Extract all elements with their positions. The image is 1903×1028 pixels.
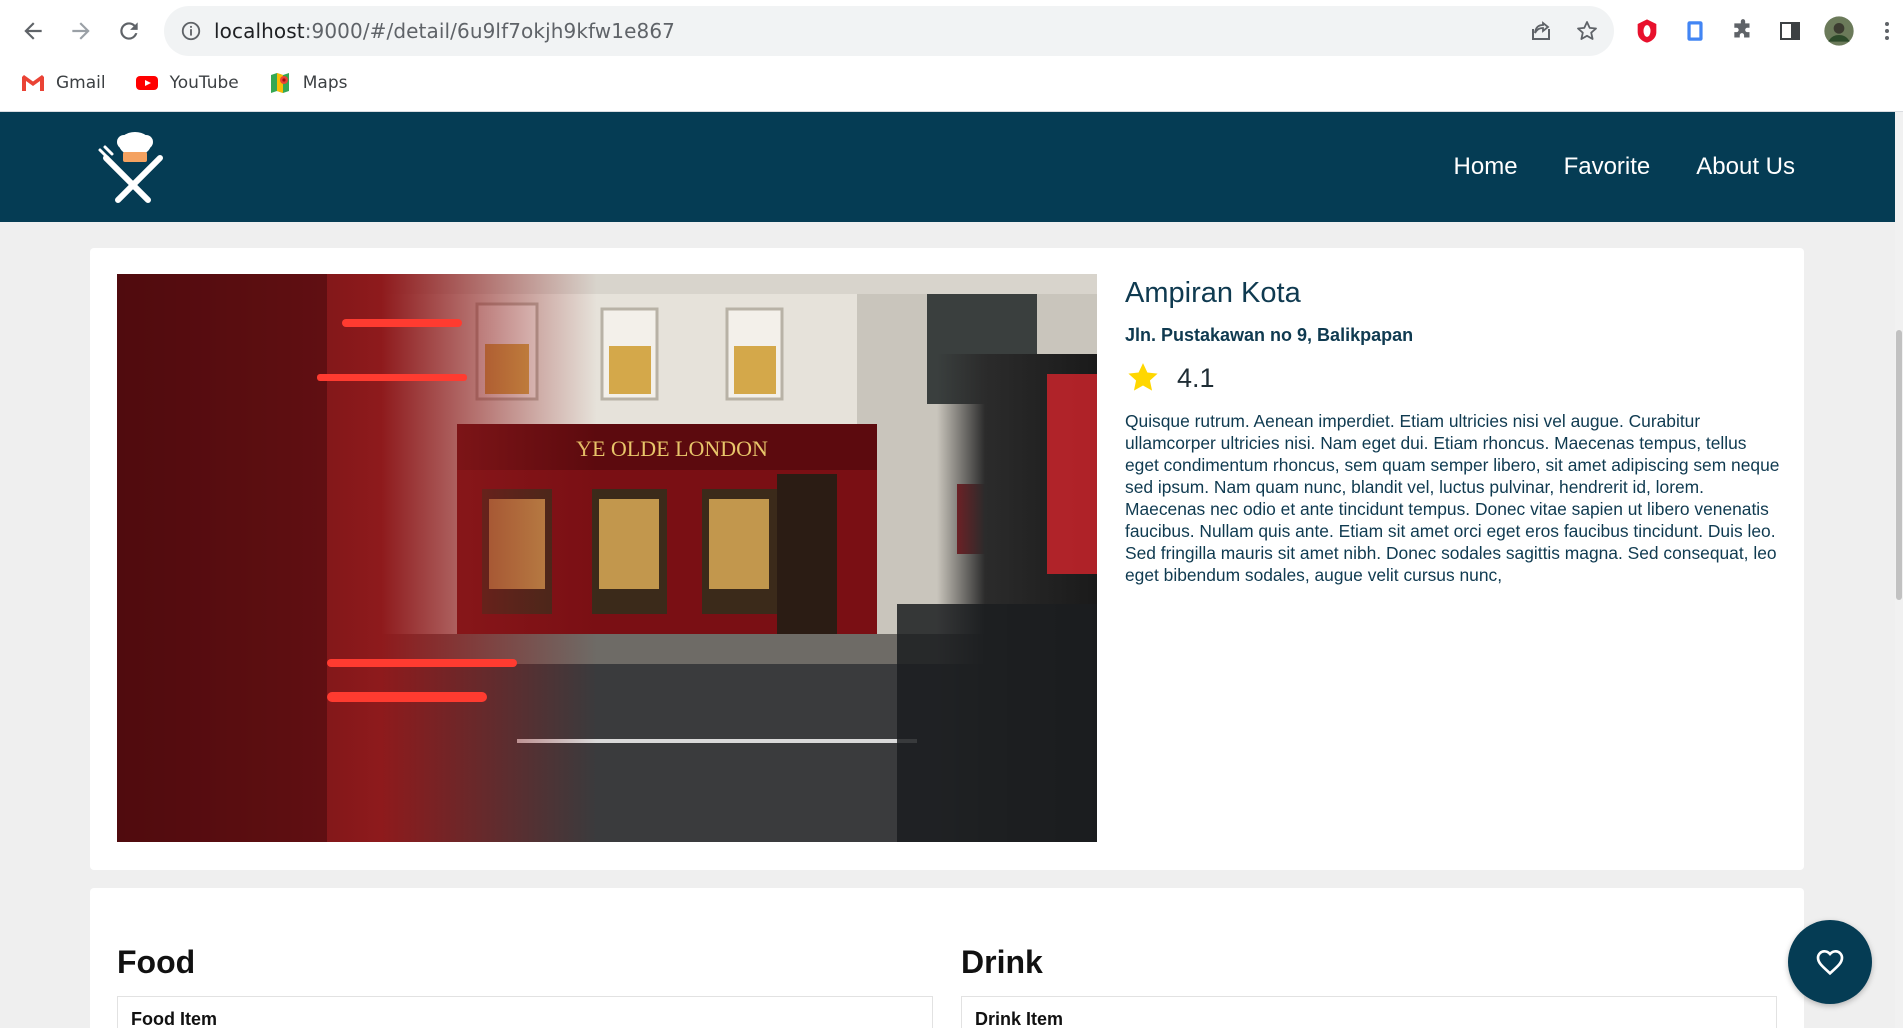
page-scrollbar[interactable] xyxy=(1895,112,1903,1028)
restaurant-photo: YE OLDE LONDON xyxy=(117,274,1097,842)
address-bar[interactable]: localhost:9000/#/detail/6u9lf7okjh9kfw1e… xyxy=(164,6,1614,56)
drink-menu-title: Drink xyxy=(961,944,1043,980)
url-text[interactable]: localhost:9000/#/detail/6u9lf7okjh9kfw1e… xyxy=(214,19,675,43)
arrow-right-icon xyxy=(72,22,90,40)
nav-favorite-link[interactable]: Favorite xyxy=(1564,153,1651,181)
share-icon[interactable] xyxy=(1526,16,1556,46)
food-table-header: Food Item xyxy=(131,1009,217,1028)
rating-value: 4.1 xyxy=(1177,362,1215,393)
puzzle-extensions-icon[interactable] xyxy=(1726,14,1760,48)
food-menu-table: Food Item xyxy=(117,996,933,1028)
bookmark-label: Gmail xyxy=(56,73,106,93)
chrome-menu-icon[interactable] xyxy=(1870,14,1903,48)
profile-avatar[interactable] xyxy=(1822,14,1856,48)
forward-button[interactable] xyxy=(62,12,100,50)
reload-button[interactable] xyxy=(110,12,148,50)
site-navbar: Home Favorite About Us xyxy=(0,112,1895,222)
side-panel-icon[interactable] xyxy=(1773,14,1807,48)
gmail-icon xyxy=(20,72,46,94)
bookmark-maps[interactable]: Maps xyxy=(267,72,348,94)
browser-chrome: localhost:9000/#/detail/6u9lf7okjh9kfw1e… xyxy=(0,0,1903,112)
star-icon xyxy=(1128,363,1158,391)
favorite-button[interactable] xyxy=(1788,920,1872,1004)
url-path: :9000/#/detail/6u9lf7okjh9kfw1e867 xyxy=(304,19,675,43)
maps-icon xyxy=(267,72,293,94)
chef-hat-cutlery-logo[interactable] xyxy=(96,128,170,204)
restaurant-address: Jln. Pustakawan no 9, Balikpapan xyxy=(1125,325,1414,345)
scrollbar-thumb[interactable] xyxy=(1896,330,1902,600)
bookmark-gmail[interactable]: Gmail xyxy=(20,72,106,94)
restaurant-menu-card: Food Food Item Drink Drink Item xyxy=(90,888,1804,1028)
restaurant-name: Ampiran Kota xyxy=(1125,277,1301,309)
bookmark-youtube[interactable]: YouTube xyxy=(134,72,239,94)
back-button[interactable] xyxy=(14,12,52,50)
url-host: localhost xyxy=(214,19,305,43)
bookmark-label: YouTube xyxy=(169,73,239,93)
opera-extension-icon[interactable] xyxy=(1630,14,1664,48)
restaurant-info: Ampiran Kota Jln. Pustakawan no 9, Balik… xyxy=(1125,276,1785,586)
reload-icon xyxy=(120,22,138,40)
youtube-icon xyxy=(134,72,160,94)
drink-menu-table: Drink Item xyxy=(961,996,1777,1028)
bookmarks-bar: Gmail YouTube Maps xyxy=(0,64,1903,102)
bookmark-star-icon[interactable] xyxy=(1572,16,1602,46)
site-info-icon[interactable] xyxy=(176,16,206,46)
arrow-left-icon xyxy=(24,22,42,40)
nav-about-us-link[interactable]: About Us xyxy=(1696,153,1795,181)
restaurant-rating: 4.1 xyxy=(1125,360,1785,396)
nav-home-link[interactable]: Home xyxy=(1454,153,1518,181)
drink-table-header: Drink Item xyxy=(975,1009,1064,1028)
heart-icon xyxy=(1816,949,1844,976)
bookmark-label: Maps xyxy=(302,73,348,93)
tab-extension-icon[interactable] xyxy=(1678,14,1712,48)
photo-sign-text: YE OLDE LONDON xyxy=(576,436,768,461)
restaurant-description: Quisque rutrum. Aenean imperdiet. Etiam … xyxy=(1125,411,1780,585)
main-menu: Home Favorite About Us xyxy=(1454,112,1795,222)
food-menu-title: Food xyxy=(117,944,196,980)
restaurant-detail-card: YE OLDE LONDON Ampiran Kota Jln. Pustaka… xyxy=(90,248,1804,870)
